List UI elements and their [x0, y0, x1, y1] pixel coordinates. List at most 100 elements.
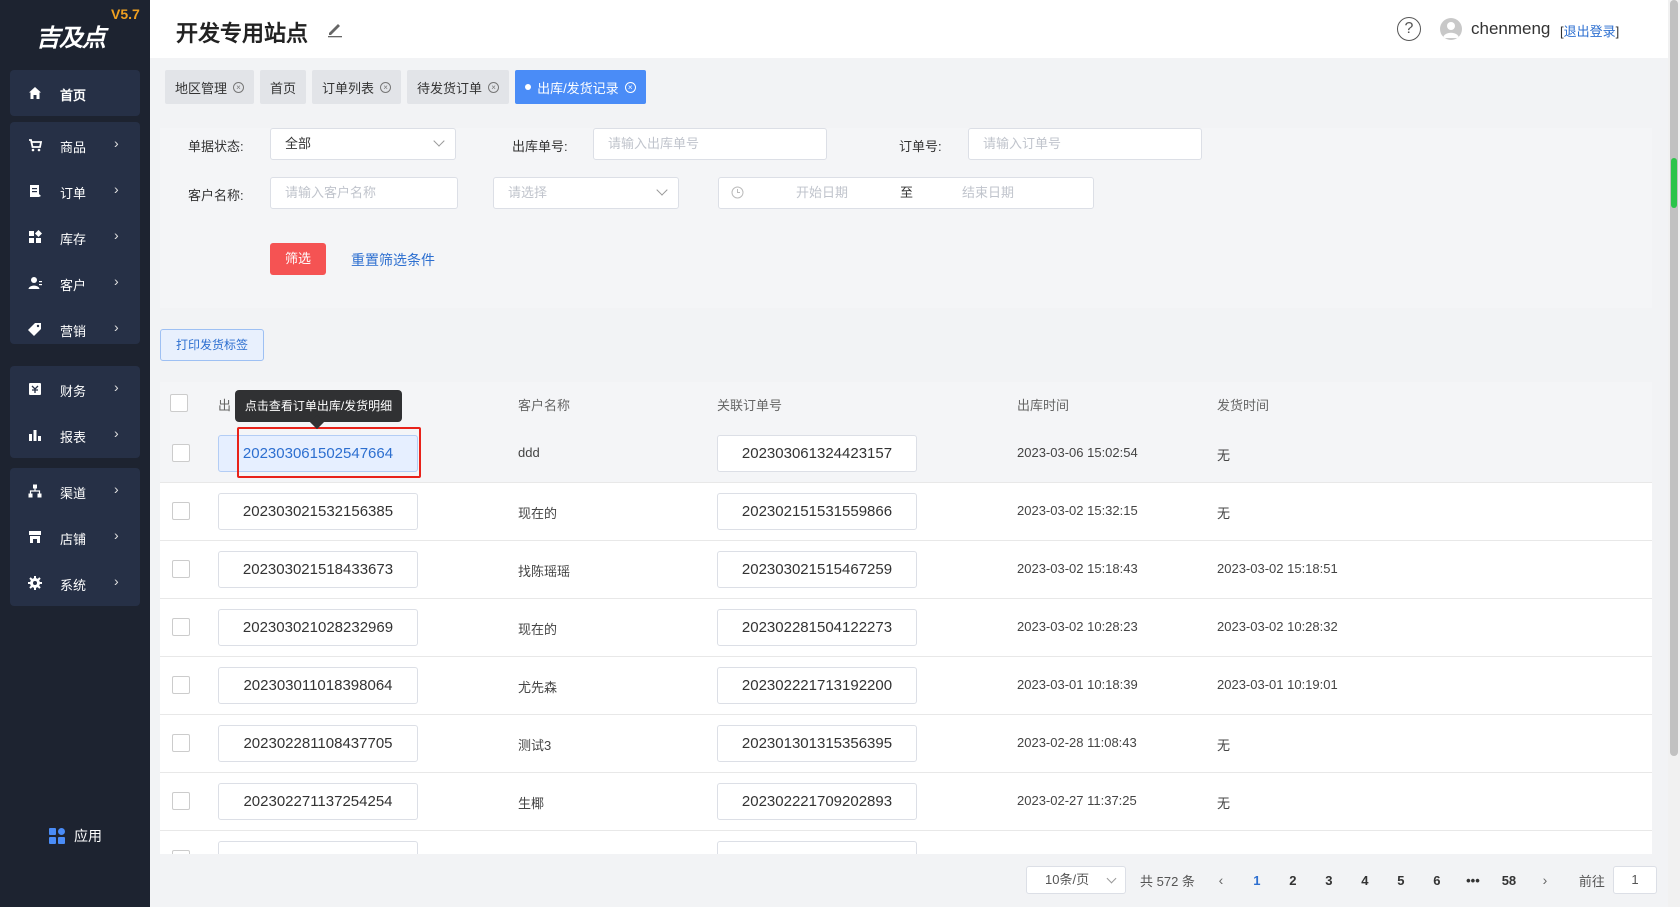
date-range-picker[interactable]: 开始日期 至 结束日期 — [718, 177, 1094, 209]
sidebar-item-finance[interactable]: 财务 › — [10, 366, 140, 412]
close-icon[interactable]: × — [380, 81, 392, 93]
outbound-no-link[interactable]: 202303021518433673 — [218, 551, 418, 588]
outbound-no-link[interactable] — [218, 841, 418, 854]
table-row[interactable]: 202303021028232969 现在的 202302281504122273 2… — [160, 599, 1652, 657]
username: chenmeng — [1471, 19, 1551, 38]
help-icon[interactable]: ? — [1397, 17, 1421, 41]
order-no-placeholder: 请输入订单号 — [983, 136, 1062, 151]
sidebar-item-orders[interactable]: 订单 › — [10, 168, 140, 214]
close-icon[interactable]: × — [624, 81, 636, 93]
page-button-1[interactable]: 1 — [1239, 873, 1275, 888]
row-checkbox[interactable] — [172, 444, 190, 462]
row-checkbox[interactable] — [172, 618, 190, 636]
goto-page-input[interactable]: 1 — [1612, 866, 1657, 894]
scroll-indicator — [1671, 158, 1677, 208]
customer-cell: 生椰 — [518, 796, 545, 811]
page-button-4[interactable]: 4 — [1347, 873, 1383, 888]
outbound-no-link[interactable]: 202303021028232969 — [218, 609, 418, 646]
scrollbar-thumb[interactable] — [1670, 0, 1678, 756]
clock-icon — [731, 186, 744, 199]
sidebar-item-reports[interactable]: 报表 › — [10, 412, 140, 458]
outbound-no-link[interactable]: 202302281108437705 — [218, 725, 418, 762]
table-row[interactable]: 202303021532156385 现在的 202302151531559866 2… — [160, 483, 1652, 541]
page-ellipsis[interactable]: ••• — [1455, 873, 1491, 888]
order-no-link[interactable]: 202303021515467259 — [717, 551, 917, 588]
row-checkbox[interactable] — [172, 850, 190, 854]
customer-input[interactable]: 请输入客户名称 — [270, 177, 458, 209]
nav-group-finance: 财务 › 报表 › — [10, 366, 140, 458]
tab-home[interactable]: 首页 — [260, 70, 307, 104]
order-no-link[interactable] — [717, 841, 917, 854]
sidebar-item-system[interactable]: 系统 › — [10, 560, 140, 606]
order-no-link[interactable]: 202303061324423157 — [717, 435, 917, 472]
order-no-link[interactable]: 202301301315356395 — [717, 725, 917, 762]
row-checkbox[interactable] — [172, 676, 190, 694]
row-checkbox[interactable] — [172, 560, 190, 578]
select-all-checkbox[interactable] — [170, 394, 188, 412]
table-row[interactable]: 202303011018398064 尤先森 202302221713192200 2… — [160, 657, 1652, 715]
avatar[interactable] — [1440, 18, 1462, 40]
page-button-2[interactable]: 2 — [1275, 873, 1311, 888]
sidebar-item-goods[interactable]: 商品 › — [10, 122, 140, 168]
report-icon — [29, 430, 41, 441]
reset-filters-link[interactable]: 重置筛选条件 — [351, 250, 435, 270]
inventory-icon — [29, 230, 42, 243]
page-button-3[interactable]: 3 — [1311, 873, 1347, 888]
sidebar-item-customers[interactable]: 客户 › — [10, 260, 140, 306]
table-row[interactable]: 202303021518433673 找陈瑶瑶 202303021515467259… — [160, 541, 1652, 599]
logout-link[interactable]: 退出登录 — [1564, 24, 1616, 39]
gear-icon — [28, 576, 42, 590]
outbound-no-input[interactable]: 请输入出库单号 — [593, 128, 827, 160]
sidebar-item-home[interactable]: 首页 — [10, 70, 140, 116]
print-label-button[interactable]: 打印发货标签 — [160, 329, 264, 361]
scrollbar[interactable] — [1668, 0, 1680, 907]
order-no-link[interactable]: 202302221709202893 — [717, 783, 917, 820]
order-no-input[interactable]: 请输入订单号 — [968, 128, 1202, 160]
outbound-no-link[interactable]: 202302271137254254 — [218, 783, 418, 820]
sidebar-item-inventory[interactable]: 库存 › — [10, 214, 140, 260]
next-page-button[interactable]: › — [1527, 872, 1563, 888]
order-no-link[interactable]: 202302281504122273 — [717, 609, 917, 646]
page-size-select[interactable]: 10条/页 — [1026, 866, 1126, 894]
order-no-link[interactable]: 202302221713192200 — [717, 667, 917, 704]
prev-page-button[interactable]: ‹ — [1203, 872, 1239, 888]
row-checkbox[interactable] — [172, 734, 190, 752]
outbound-no-link[interactable]: 202303011018398064 — [218, 667, 418, 704]
page-button-5[interactable]: 5 — [1383, 873, 1419, 888]
tab-pending-shipment[interactable]: 待发货订单 × — [407, 70, 510, 104]
type-select[interactable]: 请选择 — [493, 177, 679, 209]
status-select[interactable]: 全部 — [270, 128, 456, 160]
chevron-down-icon — [656, 184, 668, 196]
type-select-placeholder: 请选择 — [508, 185, 548, 200]
logout-bracket-close: ] — [1615, 24, 1620, 39]
tab-region[interactable]: 地区管理 × — [165, 70, 255, 104]
close-icon[interactable]: × — [233, 81, 245, 93]
tooltip-text: 点击查看订单出库/发货明细 — [244, 399, 393, 413]
tab-order-list[interactable]: 订单列表 × — [312, 70, 402, 104]
page-button-58[interactable]: 58 — [1491, 873, 1527, 888]
app-entry-label: 应用 — [74, 828, 102, 844]
edit-icon[interactable] — [326, 20, 344, 38]
close-icon[interactable]: × — [488, 81, 500, 93]
app-entry[interactable]: 应用 — [48, 826, 102, 846]
sidebar-item-label: 财务 — [60, 384, 87, 399]
sidebar-item-channel[interactable]: 渠道 › — [10, 468, 140, 514]
table-row[interactable]: 202302281108437705 测试3 202301301315356395 2… — [160, 715, 1652, 773]
order-no-link[interactable]: 202302151531559866 — [717, 493, 917, 530]
cart-icon — [29, 139, 42, 152]
sidebar-item-marketing[interactable]: 营销 › — [10, 306, 140, 352]
outbound-no-link[interactable]: 202303021532156385 — [218, 493, 418, 530]
sidebar-item-store[interactable]: 店铺 › — [10, 514, 140, 560]
table-row[interactable]: 202302271137254254 生椰 202302221709202893 20… — [160, 773, 1652, 831]
row-checkbox[interactable] — [172, 502, 190, 520]
customer-cell: 测试3 — [518, 738, 552, 753]
sidebar-item-label: 店铺 — [60, 532, 87, 547]
chevron-right-icon: › — [114, 319, 119, 335]
filter-button[interactable]: 筛选 — [270, 243, 326, 275]
chevron-right-icon: › — [114, 425, 119, 441]
row-checkbox[interactable] — [172, 792, 190, 810]
page-button-6[interactable]: 6 — [1419, 873, 1455, 888]
version-badge: V5.7 — [111, 6, 140, 22]
sidebar-item-label: 渠道 — [60, 486, 87, 501]
tab-outbound-records[interactable]: 出库/发货记录 × — [515, 70, 646, 104]
